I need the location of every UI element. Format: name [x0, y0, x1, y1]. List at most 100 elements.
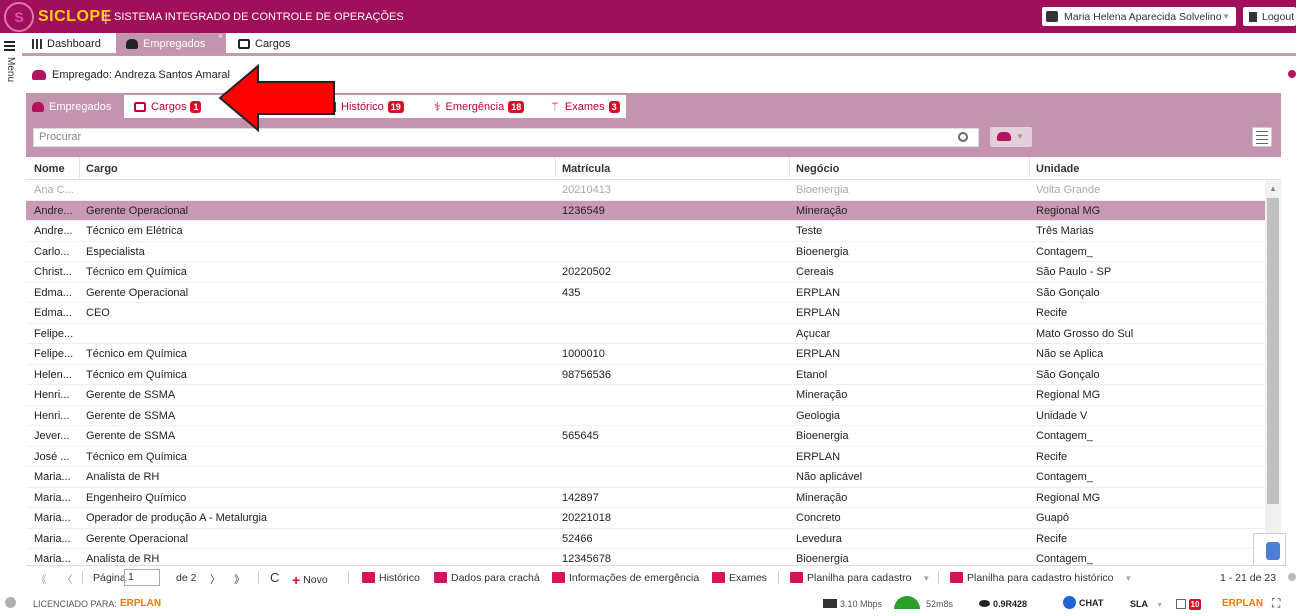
table-row[interactable]: Felipe... Açucar Mato Grosso do Sul — [26, 324, 1265, 344]
cell-negocio: Bioenergia — [796, 245, 849, 258]
top-bar: S SICLOPE | SISTEMA INTEGRADO DE CONTROL… — [0, 0, 1296, 33]
search-icon[interactable] — [958, 132, 968, 142]
tab-empregados-label: Empregados — [143, 38, 206, 50]
last-page-button[interactable]: 》 — [234, 572, 245, 587]
cell-unidade: Regional MG — [1036, 204, 1101, 217]
version-indicator: 0.9R428 — [979, 599, 1027, 609]
col-negocio[interactable]: Negócio — [796, 163, 839, 175]
subtab-cargos[interactable]: Cargos 1 — [124, 95, 224, 118]
cell-negocio: Bioenergia — [796, 184, 849, 196]
status-dot — [1288, 70, 1296, 78]
table-row[interactable]: Maria... Engenheiro Químico 142897 Mineraçã… — [26, 488, 1265, 508]
fullscreen-icon[interactable]: ⛶ — [1272, 596, 1280, 611]
list-view-button[interactable] — [1252, 127, 1272, 147]
cell-unidade: Recife — [1036, 307, 1068, 319]
subtab-empregados[interactable]: Empregados — [26, 95, 122, 118]
cell-unidade: Contagem_ — [1036, 553, 1093, 565]
chat-button[interactable]: CHAT — [1063, 596, 1103, 609]
eye-icon — [979, 600, 990, 607]
col-unidade[interactable]: Unidade — [1036, 163, 1079, 175]
table-row[interactable]: José ... Técnico em Química ERPLAN Recife — [26, 447, 1265, 467]
menu-label[interactable]: Menu — [5, 57, 16, 82]
subtab-emergencia[interactable]: ⚕ Emergência 18 — [424, 95, 538, 118]
export-emergencia-button[interactable]: Informações de emergência — [552, 572, 699, 584]
people-filter-dropdown[interactable]: ▼ — [990, 127, 1032, 147]
export-historico-button[interactable]: Histórico — [362, 572, 420, 584]
play-icon[interactable] — [5, 597, 16, 608]
chevron-down-icon: ▼ — [1222, 12, 1230, 21]
table-row[interactable]: Maria... Operador de produção A - Metalur… — [26, 508, 1265, 529]
table-row[interactable]: Henri... Gerente de SSMA Geologia Unidade V — [26, 406, 1265, 426]
cell-unidade: São Gonçalo — [1036, 368, 1100, 381]
table-row[interactable]: Ana C... 20210413 Bioenergia Volta Grande — [26, 180, 1265, 201]
cell-cargo: Técnico em Elétrica — [86, 225, 183, 237]
export-cracha-button[interactable]: Dados para crachá — [434, 572, 540, 584]
planilha-historico-button[interactable]: Planilha para cadastro histórico ▼ — [950, 572, 1132, 584]
hamburger-icon[interactable] — [4, 41, 15, 53]
cell-negocio: ERPLAN — [796, 450, 841, 463]
table-row[interactable]: Jever... Gerente de SSMA 565645 Bioenergia C… — [26, 426, 1265, 447]
page-range-label: 1 - 21 de 23 — [1220, 572, 1277, 584]
scroll-right-indicator[interactable] — [1288, 573, 1296, 581]
table-row[interactable]: Carlo... Especialista Bioenergia Contagem_ — [26, 242, 1265, 262]
people-icon — [32, 101, 44, 112]
cell-nome: Maria... — [34, 512, 71, 524]
cell-unidade: Mato Grosso do Sul — [1036, 327, 1134, 340]
subtab-exames[interactable]: ⚚ Exames 3 — [538, 95, 626, 118]
table-scrollbar[interactable]: ▲ — [1265, 180, 1281, 565]
user-menu[interactable]: Maria Helena Aparecida Solvelino ▼ — [1042, 7, 1236, 26]
table-row[interactable]: Helen... Técnico em Química 98756536 Etanol… — [26, 365, 1265, 385]
cell-cargo: Engenheiro Químico — [86, 491, 187, 504]
col-matricula[interactable]: Matrícula — [562, 163, 610, 175]
col-nome[interactable]: Nome — [34, 163, 65, 175]
help-icon — [1266, 542, 1280, 560]
table-row[interactable]: Edma... Gerente Operacional 435 ERPLAN São G… — [26, 283, 1265, 303]
scroll-thumb[interactable] — [1267, 198, 1279, 504]
table-row[interactable]: Felipe... Técnico em Química 1000010 ERPLAN… — [26, 344, 1265, 365]
planilha-cadastro-button[interactable]: Planilha para cadastro ▼ — [790, 572, 930, 584]
table-row[interactable]: Edma... CEO ERPLAN Recife — [26, 303, 1265, 324]
excel-icon — [950, 572, 963, 583]
cell-matricula: 98756536 — [562, 368, 611, 381]
employee-title: Empregado: Andreza Santos Amaral — [32, 69, 230, 81]
cell-unidade: Volta Grande — [1036, 184, 1101, 196]
cell-matricula: 12345678 — [562, 553, 611, 565]
refresh-icon[interactable]: C — [270, 570, 279, 585]
cell-nome: Henri... — [34, 389, 70, 401]
table-row[interactable]: Maria... Gerente Operacional 52466 Levedura… — [26, 529, 1265, 549]
sub-tab-bar: Empregados Cargos 1 Histórico 19 ⚕ Emerg… — [26, 93, 1281, 118]
close-icon[interactable]: × — [218, 31, 223, 41]
table-row[interactable]: Maria... Analista de RH Não aplicável Conta… — [26, 467, 1265, 488]
export-exames-button[interactable]: Exames — [712, 572, 767, 584]
notifications-button[interactable]: 10 — [1176, 599, 1202, 610]
logout-button[interactable]: Logout — [1243, 7, 1296, 26]
new-button[interactable]: + Novo — [292, 572, 328, 588]
help-button[interactable] — [1253, 533, 1286, 566]
subtab-cargos-label: Cargos — [151, 100, 187, 113]
table-row[interactable]: Maria... Analista de RH 12345678 Bioenergia… — [26, 549, 1265, 565]
people-icon — [126, 39, 138, 49]
search-input[interactable]: Procurar — [33, 128, 979, 147]
cell-unidade: Regional MG — [1036, 491, 1101, 504]
col-cargo[interactable]: Cargo — [86, 163, 118, 175]
tab-cargos[interactable]: Cargos — [228, 33, 312, 55]
table-row[interactable]: Christ... Técnico em Química 20220502 Cerea… — [26, 262, 1265, 283]
table-row[interactable]: Andre... Técnico em Elétrica Teste Três Mar… — [26, 221, 1265, 242]
cell-nome: Andre... — [34, 204, 73, 217]
table-row[interactable]: Henri... Gerente de SSMA Mineração Regional… — [26, 385, 1265, 406]
page-input[interactable]: 1 — [124, 569, 160, 586]
cell-nome: José ... — [34, 450, 70, 463]
cell-nome: Jever... — [34, 430, 70, 442]
cell-cargo: Analista de RH — [86, 553, 160, 565]
new-button-label: Novo — [303, 574, 328, 586]
first-page-button[interactable]: 《 — [36, 572, 47, 587]
prev-page-button[interactable]: 〈 — [62, 572, 73, 587]
cell-negocio: ERPLAN — [796, 307, 841, 319]
next-page-button[interactable]: 〉 — [210, 572, 221, 587]
gauge-icon — [894, 596, 920, 609]
sla-dropdown[interactable]: SLA ▼ — [1130, 599, 1163, 609]
tab-empregados[interactable]: Empregados × — [116, 31, 226, 55]
scroll-up-icon[interactable]: ▲ — [1269, 184, 1277, 193]
table-row[interactable]: Andre... Gerente Operacional 1236549 Minera… — [26, 200, 1265, 221]
tab-dashboard[interactable]: Dashboard — [22, 33, 114, 55]
